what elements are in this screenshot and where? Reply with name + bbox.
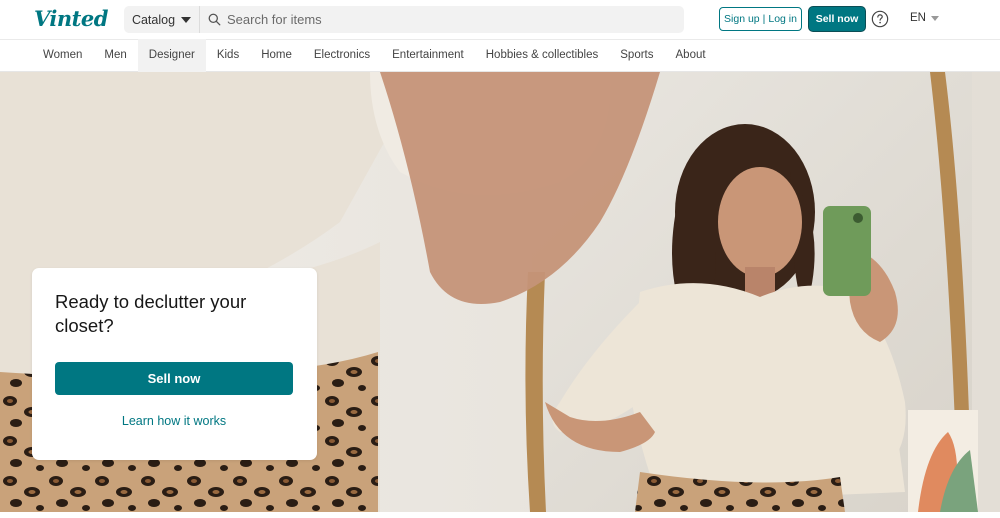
search-bar: Catalog (124, 6, 684, 33)
language-label: EN (910, 12, 926, 24)
chevron-down-icon (930, 15, 939, 21)
hero-sell-now-button[interactable]: Sell now (55, 362, 293, 395)
chevron-down-icon (181, 16, 192, 23)
search-input[interactable] (227, 12, 647, 27)
hero-banner: Ready to declutter your closet? Sell now… (0, 72, 1000, 512)
nav-item-kids[interactable]: Kids (206, 39, 250, 72)
catalog-label: Catalog (131, 12, 176, 27)
hero-title: Ready to declutter your closet? (55, 291, 247, 336)
nav-item-entertainment[interactable]: Entertainment (381, 39, 475, 72)
nav-item-home[interactable]: Home (250, 39, 303, 72)
sell-now-button[interactable]: Sell now (809, 7, 865, 31)
nav-item-sports[interactable]: Sports (609, 39, 664, 72)
search-icon (208, 13, 221, 26)
nav-item-designer[interactable]: Designer (137, 39, 206, 72)
hero-card: Ready to declutter your closet? Sell now… (32, 268, 317, 460)
login-label: Log in (768, 13, 797, 25)
category-nav: Women Men Designer Kids Home Electronics… (0, 39, 1000, 72)
nav-item-hobbies-collectibles[interactable]: Hobbies & collectibles (475, 39, 610, 72)
top-header: Vinted Catalog Sign up | Log in Sell now… (0, 0, 1000, 39)
nav-item-electronics[interactable]: Electronics (303, 39, 381, 72)
nav-item-women[interactable]: Women (32, 39, 93, 72)
vinted-logo[interactable]: Vinted (34, 6, 108, 31)
search-field[interactable] (200, 12, 684, 27)
signup-label: Sign up (724, 13, 760, 25)
learn-how-it-works-link[interactable]: Learn how it works (55, 411, 293, 431)
signup-login-separator: | (762, 13, 766, 25)
catalog-dropdown[interactable]: Catalog (124, 6, 200, 33)
nav-item-about[interactable]: About (665, 39, 717, 72)
signup-login-button[interactable]: Sign up | Log in (719, 7, 802, 31)
language-selector[interactable]: EN (910, 12, 939, 24)
help-circle-icon[interactable] (871, 10, 889, 28)
nav-item-men[interactable]: Men (93, 39, 137, 72)
